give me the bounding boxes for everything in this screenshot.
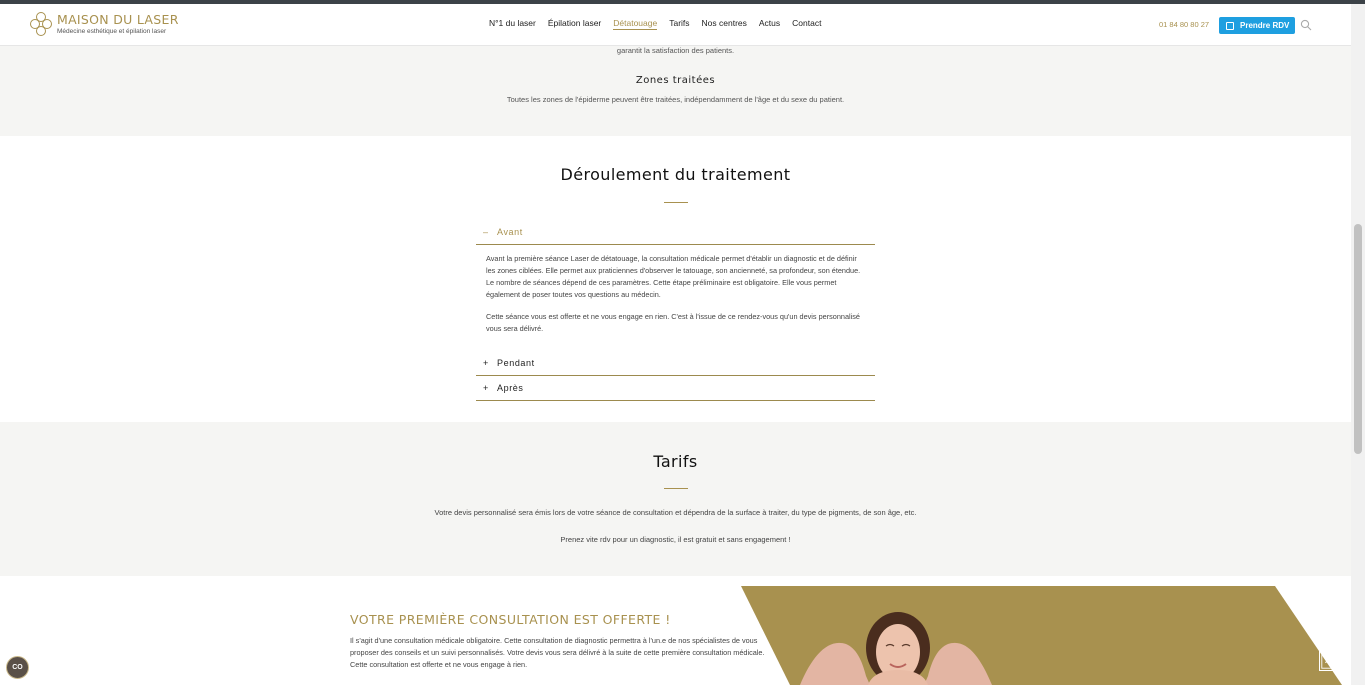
- zones-section: garantit la satisfaction des patients. Z…: [0, 46, 1351, 136]
- site-header: MAISON DU LASER Médecine esthétique et é…: [0, 4, 1351, 46]
- prendre-rdv-button[interactable]: Prendre RDV: [1219, 17, 1295, 34]
- nav-item-actus[interactable]: Actus: [759, 18, 780, 30]
- scrollbar-thumb[interactable]: [1354, 224, 1362, 454]
- prendre-rdv-label: Prendre RDV: [1240, 21, 1290, 30]
- site-logo[interactable]: MAISON DU LASER Médecine esthétique et é…: [30, 12, 179, 36]
- accordion-label-apres: Après: [497, 383, 524, 393]
- zones-text: Toutes les zones de l'épiderme peuvent ê…: [506, 95, 845, 104]
- nav-item-epilation-laser[interactable]: Épilation laser: [548, 18, 601, 30]
- plus-icon: +: [483, 383, 489, 393]
- cookie-icon[interactable]: CO: [6, 656, 29, 679]
- deroulement-title: Déroulement du traitement: [560, 165, 791, 184]
- tarifs-text-2: Prenez vite rdv pour un diagnostic, il e…: [560, 535, 791, 544]
- tarifs-section: Tarifs Votre devis personnalisé sera émi…: [0, 422, 1351, 576]
- tarifs-text-1: Votre devis personnalisé sera émis lors …: [434, 508, 917, 517]
- accordion-label-pendant: Pendant: [497, 358, 535, 368]
- accordion-header-avant[interactable]: – Avant: [476, 220, 875, 245]
- accordion-header-pendant[interactable]: + Pendant: [476, 351, 875, 376]
- page-scrollbar[interactable]: [1351, 4, 1365, 685]
- nav-item-contact[interactable]: Contact: [792, 18, 821, 30]
- accordion-label-avant: Avant: [497, 227, 523, 237]
- nav-item-tarifs[interactable]: Tarifs: [669, 18, 689, 30]
- zones-title: Zones traitées: [635, 75, 716, 86]
- promo-section: VOTRE PREMIÈRE CONSULTATION EST OFFERTE …: [0, 576, 1351, 685]
- accordion-header-apres[interactable]: + Après: [476, 376, 875, 401]
- nav-item-detatouage[interactable]: Détatouage: [613, 18, 658, 30]
- tarifs-title: Tarifs: [653, 452, 698, 471]
- scroll-top-icon[interactable]: [1319, 651, 1339, 671]
- search-icon[interactable]: [1300, 19, 1312, 31]
- minus-icon: –: [483, 227, 489, 237]
- calendar-icon: [1226, 21, 1234, 30]
- logo-title: MAISON DU LASER: [57, 11, 179, 27]
- title-separator: [664, 488, 688, 489]
- logo-flower-icon: [30, 12, 52, 36]
- phone-link[interactable]: 01 84 80 80 27: [1159, 20, 1209, 29]
- promo-title: VOTRE PREMIÈRE CONSULTATION EST OFFERTE …: [350, 612, 671, 627]
- intro-text-tail: garantit la satisfaction des patients.: [616, 46, 735, 55]
- promo-text: Il s'agit d'une consultation médicale ob…: [350, 636, 765, 669]
- nav-item-n1-laser[interactable]: N°1 du laser: [489, 18, 536, 30]
- title-separator: [664, 202, 688, 203]
- main-nav: N°1 du laser Épilation laser Détatouage …: [489, 18, 833, 30]
- treatment-accordion: – Avant Avant la première séance Laser d…: [476, 220, 875, 401]
- accordion-body-avant: Avant la première séance Laser de détato…: [476, 245, 875, 351]
- deroulement-section: Déroulement du traitement – Avant Avant …: [0, 136, 1351, 422]
- avant-paragraph-2: Cette séance vous est offerte et ne vous…: [486, 312, 860, 333]
- plus-icon: +: [483, 358, 489, 368]
- nav-item-nos-centres[interactable]: Nos centres: [702, 18, 747, 30]
- avant-paragraph-1: Avant la première séance Laser de détato…: [486, 254, 861, 299]
- logo-subtitle: Médecine esthétique et épilation laser: [57, 27, 167, 35]
